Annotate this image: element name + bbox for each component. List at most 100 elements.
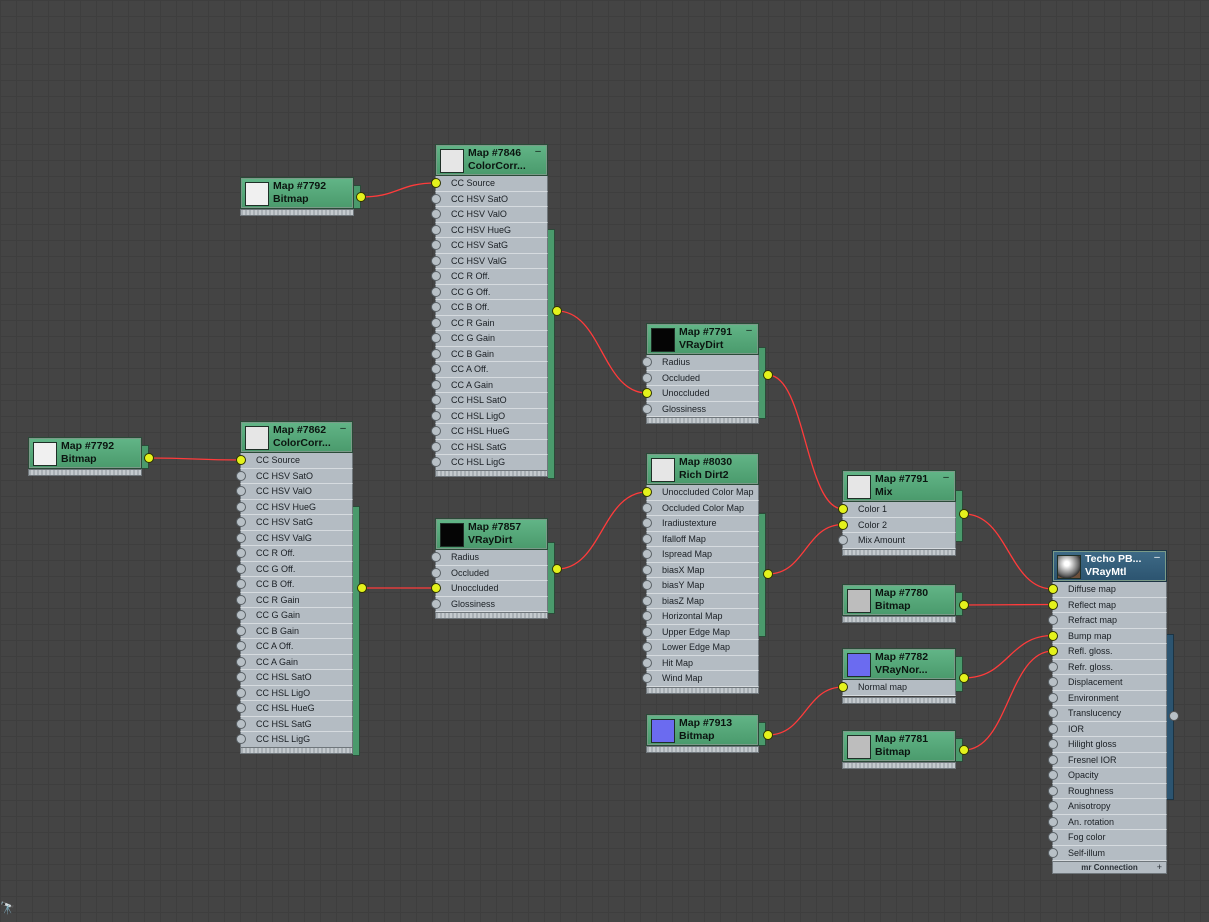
input-socket[interactable] xyxy=(431,255,441,266)
input-socket[interactable] xyxy=(642,626,652,637)
input-slot[interactable]: CC HSL LigG xyxy=(431,455,548,471)
input-slot[interactable]: Hilight gloss xyxy=(1048,737,1167,753)
output-socket[interactable] xyxy=(144,453,154,463)
input-slot[interactable]: CC R Gain xyxy=(236,592,353,608)
input-slot[interactable]: Displacement xyxy=(1048,675,1167,691)
binoculars-icon[interactable]: 🔭 xyxy=(0,900,15,916)
input-slot[interactable]: Fresnel IOR xyxy=(1048,752,1167,768)
output-socket[interactable] xyxy=(1169,711,1179,721)
input-slot[interactable]: CC HSL HueG xyxy=(431,424,548,440)
input-slot[interactable]: biasZ Map xyxy=(642,593,759,609)
input-slot[interactable]: Occluded xyxy=(431,565,548,581)
input-socket[interactable] xyxy=(236,548,246,558)
input-socket[interactable] xyxy=(431,224,441,235)
input-socket[interactable] xyxy=(236,579,246,589)
input-slot[interactable]: Refract map xyxy=(1048,613,1167,629)
output-socket[interactable] xyxy=(356,192,366,202)
input-slot[interactable]: Radius xyxy=(431,550,548,566)
node-header[interactable]: Map #7781 Bitmap xyxy=(842,730,956,762)
input-slot[interactable]: Unoccluded xyxy=(431,581,548,597)
input-socket[interactable] xyxy=(431,441,441,452)
input-socket[interactable] xyxy=(642,611,652,621)
input-slot[interactable]: Lower Edge Map xyxy=(642,640,759,656)
input-socket[interactable] xyxy=(431,379,441,390)
input-socket[interactable] xyxy=(236,641,246,651)
input-slot[interactable]: CC HSV ValG xyxy=(236,530,353,546)
input-socket[interactable] xyxy=(1048,677,1058,687)
collapse-icon[interactable]: – xyxy=(1152,553,1162,564)
connection-wire[interactable] xyxy=(963,634,1054,679)
input-socket[interactable] xyxy=(642,518,652,528)
input-socket[interactable] xyxy=(236,532,246,543)
input-slot[interactable]: Glossiness xyxy=(642,401,759,417)
input-socket[interactable] xyxy=(236,594,246,605)
input-slot[interactable]: CC B Off. xyxy=(236,577,353,593)
input-socket[interactable] xyxy=(1048,801,1058,811)
input-slot[interactable]: Hit Map xyxy=(642,655,759,671)
input-slot[interactable]: CC G Gain xyxy=(236,608,353,624)
input-slot[interactable]: CC HSL LigO xyxy=(431,408,548,424)
node-header[interactable]: Map #7782 VRayNor... xyxy=(842,648,956,680)
node-header[interactable]: Map #7791 VRayDirt – xyxy=(646,323,759,355)
input-socket[interactable] xyxy=(642,549,652,559)
input-slot[interactable]: CC HSV ValO xyxy=(431,207,548,223)
input-socket[interactable] xyxy=(236,455,246,465)
connection-wire[interactable] xyxy=(360,182,437,198)
input-slot[interactable]: CC R Off. xyxy=(236,546,353,562)
input-socket[interactable] xyxy=(431,364,441,374)
input-slot[interactable]: Fog color xyxy=(1048,830,1167,846)
connection-wire[interactable] xyxy=(556,491,648,570)
input-slot[interactable]: CC B Gain xyxy=(236,623,353,639)
input-slot[interactable]: IOR xyxy=(1048,721,1167,737)
collapse-icon[interactable]: – xyxy=(533,147,543,158)
input-socket[interactable] xyxy=(431,395,441,405)
input-slot[interactable]: Normal map xyxy=(838,680,956,696)
output-socket[interactable] xyxy=(959,600,969,610)
input-socket[interactable] xyxy=(642,564,652,575)
input-socket[interactable] xyxy=(236,563,246,574)
input-slot[interactable]: CC A Gain xyxy=(236,654,353,670)
input-slot[interactable]: Mix Amount xyxy=(838,533,956,549)
input-slot[interactable]: CC HSV SatO xyxy=(236,468,353,484)
input-slot[interactable]: CC A Off. xyxy=(431,362,548,378)
input-socket[interactable] xyxy=(1048,770,1058,780)
input-slot[interactable]: CC G Gain xyxy=(431,331,548,347)
collapse-icon[interactable]: – xyxy=(744,326,754,337)
input-slot[interactable]: Radius xyxy=(642,355,759,371)
input-slot[interactable]: Ifalloff Map xyxy=(642,531,759,547)
output-socket[interactable] xyxy=(959,673,969,683)
input-socket[interactable] xyxy=(431,457,441,467)
input-slot[interactable]: Refl. gloss. xyxy=(1048,644,1167,660)
output-socket[interactable] xyxy=(552,564,562,574)
input-socket[interactable] xyxy=(431,333,441,343)
input-slot[interactable]: Unoccluded Color Map xyxy=(642,485,759,501)
input-socket[interactable] xyxy=(431,426,441,436)
output-socket[interactable] xyxy=(763,569,773,579)
connection-wire[interactable] xyxy=(963,650,1054,751)
input-slot[interactable]: Color 2 xyxy=(838,517,956,533)
input-socket[interactable] xyxy=(1048,754,1058,765)
input-slot[interactable]: Opacity xyxy=(1048,768,1167,784)
output-socket[interactable] xyxy=(357,583,367,593)
input-slot[interactable]: Glossiness xyxy=(431,596,548,612)
node-editor-canvas[interactable]: Map #7792 Bitmap Map #7846 ColorCorr... … xyxy=(0,0,1209,922)
input-socket[interactable] xyxy=(1048,599,1058,610)
input-slot[interactable]: Occluded Color Map xyxy=(642,500,759,516)
node-header[interactable]: Map #7791 Mix – xyxy=(842,470,956,502)
input-slot[interactable]: Ispread Map xyxy=(642,547,759,563)
input-slot[interactable]: Occluded xyxy=(642,370,759,386)
input-socket[interactable] xyxy=(1048,816,1058,827)
input-socket[interactable] xyxy=(236,703,246,713)
output-socket[interactable] xyxy=(552,306,562,316)
input-slot[interactable]: Horizontal Map xyxy=(642,609,759,625)
connection-wire[interactable] xyxy=(556,310,648,394)
input-slot[interactable]: CC A Off. xyxy=(236,639,353,655)
output-socket[interactable] xyxy=(763,730,773,740)
input-slot[interactable]: Upper Edge Map xyxy=(642,624,759,640)
input-slot[interactable]: CC HSV HueG xyxy=(431,222,548,238)
input-socket[interactable] xyxy=(642,403,652,414)
input-slot[interactable]: Anisotropy xyxy=(1048,799,1167,815)
input-socket[interactable] xyxy=(236,625,246,636)
input-slot[interactable]: Roughness xyxy=(1048,783,1167,799)
output-socket[interactable] xyxy=(959,509,969,519)
